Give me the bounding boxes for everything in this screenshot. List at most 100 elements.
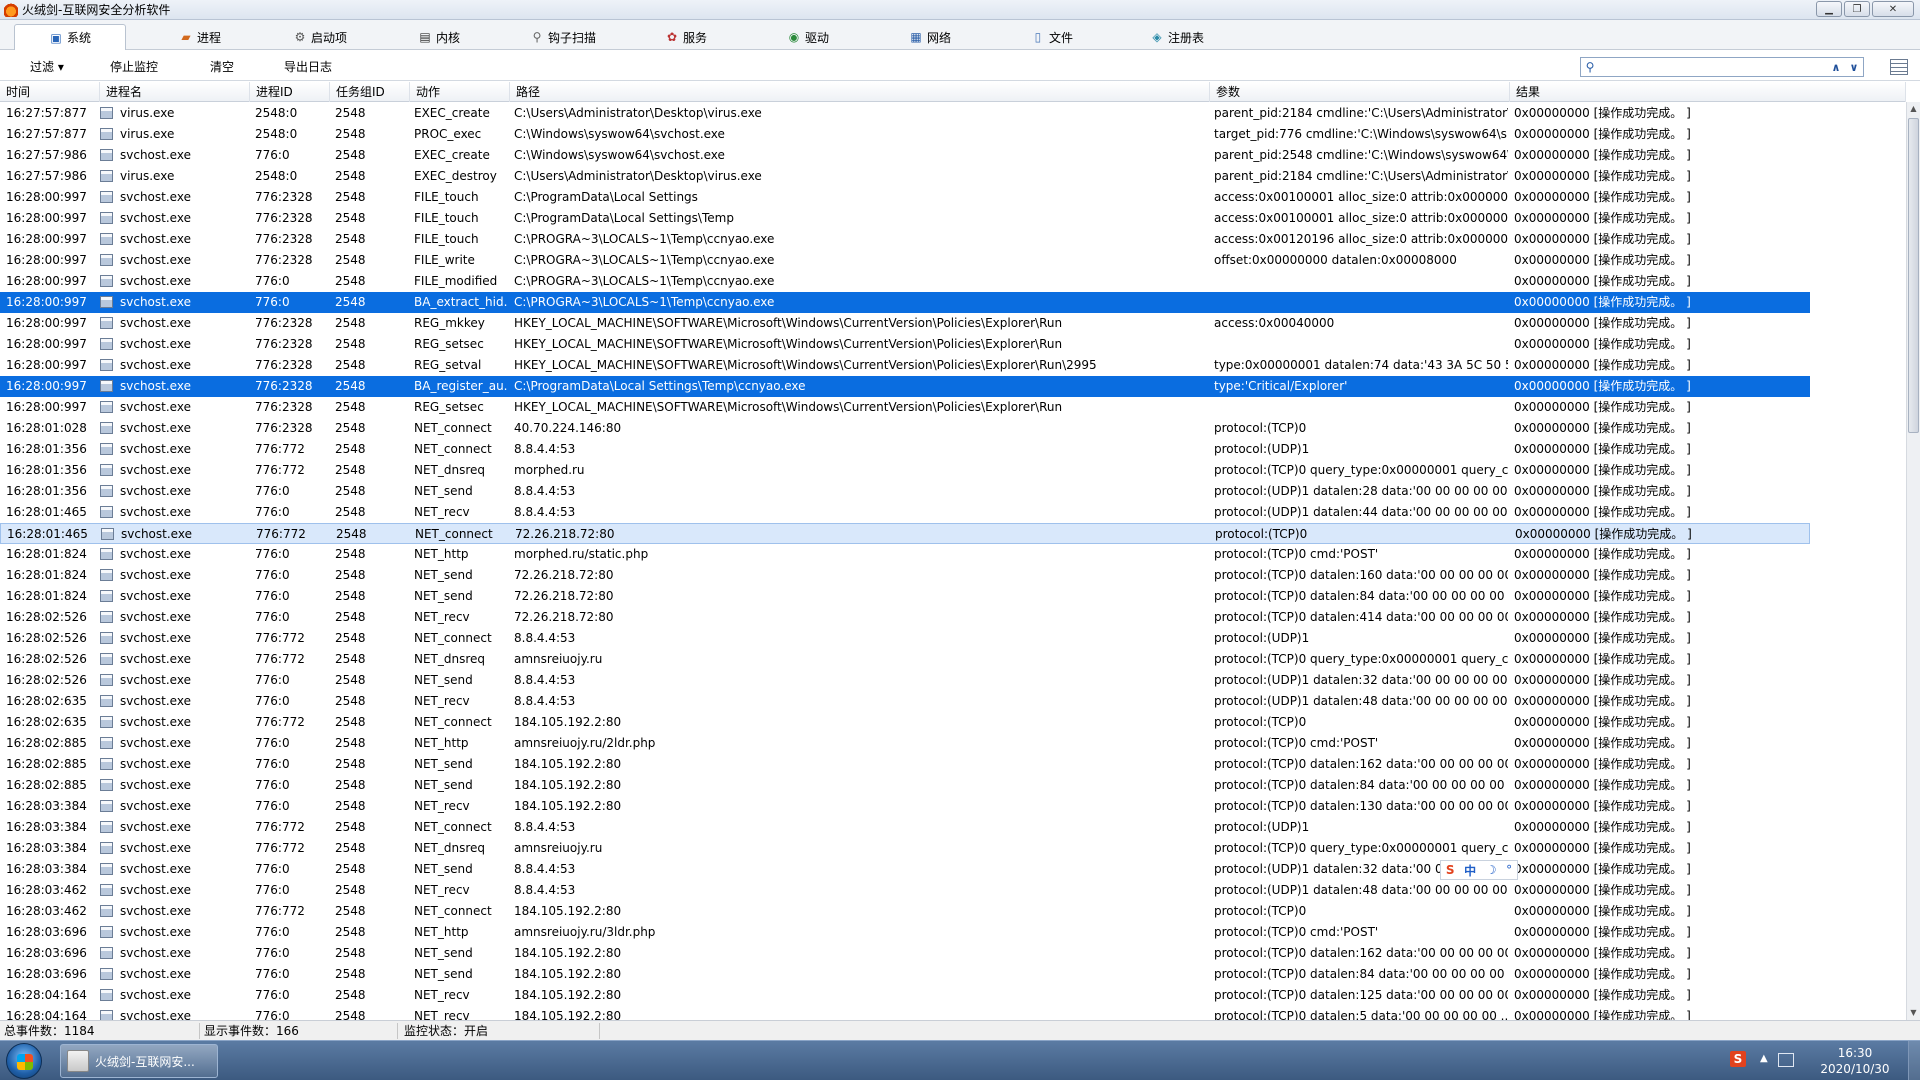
table-row[interactable]: 16:28:01:465 svchost.exe 776:772 2548 NET_co… — [0, 523, 1810, 544]
start-button[interactable] — [6, 1043, 42, 1079]
cell-action: NET_http — [414, 736, 469, 750]
table-row[interactable]: 16:28:02:635 svchost.exe 776:772 2548 NET_co… — [0, 712, 1810, 733]
cell-path: C:\PROGRA~3\LOCALS~1\Temp\ccnyao.exe — [514, 274, 775, 288]
table-row[interactable]: 16:28:00:997 svchost.exe 776:2328 2548 REG_s… — [0, 355, 1810, 376]
tab-startup[interactable]: ⚙ 启动项 — [280, 24, 360, 50]
scroll-thumb[interactable] — [1908, 118, 1919, 433]
table-row[interactable]: 16:28:02:885 svchost.exe 776:0 2548 NET_send… — [0, 754, 1810, 775]
table-row[interactable]: 16:28:01:356 svchost.exe 776:0 2548 NET_send… — [0, 481, 1810, 502]
table-row[interactable]: 16:28:01:356 svchost.exe 776:772 2548 NET_co… — [0, 439, 1810, 460]
table-row[interactable]: 16:28:00:997 svchost.exe 776:2328 2548 REG_s… — [0, 397, 1810, 418]
cell-args: protocol:(TCP)0 datalen:84 data:'00 00 0… — [1214, 778, 1508, 792]
ime-toolbar[interactable]: S 中 ☽ ° — [1440, 860, 1518, 880]
tab-hook-scan[interactable]: ⚲ 钩子扫描 — [518, 24, 608, 50]
scroll-down-icon[interactable]: ▼ — [1907, 1006, 1920, 1020]
cell-time: 16:28:00:997 — [6, 274, 87, 288]
sogou-tray-icon[interactable]: S — [1730, 1051, 1746, 1067]
search-input[interactable] — [1599, 60, 1827, 74]
table-row[interactable]: 16:27:57:986 virus.exe 2548:0 2548 EXEC_dest… — [0, 166, 1810, 187]
table-row[interactable]: 16:28:02:635 svchost.exe 776:0 2548 NET_recv… — [0, 691, 1810, 712]
table-row[interactable]: 16:28:01:465 svchost.exe 776:0 2548 NET_recv… — [0, 502, 1810, 523]
cell-args: protocol:(TCP)0 datalen:84 data:'00 00 0… — [1214, 589, 1508, 603]
tab-driver[interactable]: ◉ 驱动 — [776, 24, 840, 50]
search-next-icon[interactable]: ∨ — [1845, 61, 1863, 74]
table-row[interactable]: 16:28:01:028 svchost.exe 776:2328 2548 NET_c… — [0, 418, 1810, 439]
table-row[interactable]: 16:28:03:384 svchost.exe 776:772 2548 NET_co… — [0, 817, 1810, 838]
table-row[interactable]: 16:28:00:997 svchost.exe 776:2328 2548 FILE_… — [0, 250, 1810, 271]
table-row[interactable]: 16:28:02:526 svchost.exe 776:0 2548 NET_send… — [0, 670, 1810, 691]
table-row[interactable]: 16:28:00:997 svchost.exe 776:2328 2548 FILE_… — [0, 229, 1810, 250]
table-row[interactable]: 16:28:00:997 svchost.exe 776:0 2548 FILE_mod… — [0, 271, 1810, 292]
table-row[interactable]: 16:27:57:877 virus.exe 2548:0 2548 PROC_exec… — [0, 124, 1810, 145]
title-bar: 火绒剑-互联网安全分析软件 ▁ ❐ ✕ — [0, 0, 1920, 20]
table-row[interactable]: 16:28:01:824 svchost.exe 776:0 2548 NET_http… — [0, 544, 1810, 565]
table-row[interactable]: 16:28:03:384 svchost.exe 776:0 2548 NET_send… — [0, 859, 1810, 880]
column-header-path[interactable]: 路径 — [510, 82, 1210, 102]
column-header-pid[interactable]: 进程ID — [250, 82, 330, 102]
process-exe-icon — [100, 275, 113, 287]
tab-registry[interactable]: ◈ 注册表 — [1138, 24, 1216, 50]
table-row[interactable]: 16:28:04:164 svchost.exe 776:0 2548 NET_recv… — [0, 985, 1810, 1006]
cell-time: 16:28:03:696 — [6, 967, 87, 981]
tab-kernel[interactable]: ▤ 内核 — [404, 24, 474, 50]
show-desktop-button[interactable] — [1908, 1041, 1920, 1080]
table-row[interactable]: 16:28:00:997 svchost.exe 776:0 2548 BA_extra… — [0, 292, 1810, 313]
table-row[interactable]: 16:28:01:824 svchost.exe 776:0 2548 NET_send… — [0, 565, 1810, 586]
table-row[interactable]: 16:28:01:356 svchost.exe 776:772 2548 NET_dn… — [0, 460, 1810, 481]
cell-time: 16:28:00:997 — [6, 400, 87, 414]
search-prev-icon[interactable]: ∧ — [1827, 61, 1845, 74]
table-row[interactable]: 16:28:03:462 svchost.exe 776:0 2548 NET_recv… — [0, 880, 1810, 901]
table-row[interactable]: 16:28:00:997 svchost.exe 776:2328 2548 REG_m… — [0, 313, 1810, 334]
table-row[interactable]: 16:28:02:885 svchost.exe 776:0 2548 NET_send… — [0, 775, 1810, 796]
scroll-up-icon[interactable]: ▲ — [1907, 102, 1920, 116]
table-row[interactable]: 16:28:00:997 svchost.exe 776:2328 2548 FILE_… — [0, 187, 1810, 208]
table-row[interactable]: 16:28:03:384 svchost.exe 776:772 2548 NET_dn… — [0, 838, 1810, 859]
stop-monitor-button[interactable]: 停止监控 — [110, 58, 158, 75]
ime-mode-label[interactable]: 中 — [1464, 862, 1476, 879]
minimize-button[interactable]: ▁ — [1816, 1, 1842, 17]
clear-button[interactable]: 清空 — [210, 58, 234, 75]
tab-network[interactable]: ▦ 网络 — [898, 24, 962, 50]
table-row[interactable]: 16:28:02:526 svchost.exe 776:772 2548 NET_dn… — [0, 649, 1810, 670]
vertical-scrollbar[interactable]: ▲ ▼ — [1906, 102, 1920, 1020]
table-row[interactable]: 16:28:01:824 svchost.exe 776:0 2548 NET_send… — [0, 586, 1810, 607]
maximize-button[interactable]: ❐ — [1844, 1, 1870, 17]
column-header-process-name[interactable]: 进程名 — [100, 82, 250, 102]
punctuation-icon[interactable]: ° — [1506, 863, 1512, 877]
export-log-button[interactable]: 导出日志 — [284, 58, 332, 75]
table-row[interactable]: 16:28:02:526 svchost.exe 776:772 2548 NET_co… — [0, 628, 1810, 649]
table-row[interactable]: 16:28:03:696 svchost.exe 776:0 2548 NET_http… — [0, 922, 1810, 943]
table-row[interactable]: 16:27:57:877 virus.exe 2548:0 2548 EXEC_crea… — [0, 103, 1810, 124]
tab-process[interactable]: ▰ 进程 — [160, 24, 240, 50]
taskbar-app-huorong[interactable]: 火绒剑-互联网安... — [60, 1044, 218, 1078]
cell-group-id: 2548 — [335, 904, 366, 918]
cell-args: parent_pid:2184 cmdline:'C:\Users\Admini… — [1214, 106, 1508, 120]
cell-pid: 776:772 — [255, 904, 305, 918]
show-hidden-icons-icon[interactable]: ▲ — [1760, 1053, 1768, 1064]
column-header-args[interactable]: 参数 — [1210, 82, 1510, 102]
tab-service[interactable]: ✿ 服务 — [654, 24, 718, 50]
table-row[interactable]: 16:28:03:384 svchost.exe 776:0 2548 NET_recv… — [0, 796, 1810, 817]
tab-system[interactable]: ▣ 系统 — [14, 24, 126, 50]
column-header-action[interactable]: 动作 — [410, 82, 510, 102]
table-row[interactable]: 16:28:03:696 svchost.exe 776:0 2548 NET_send… — [0, 964, 1810, 985]
tray-clock[interactable]: 16:30 2020/10/30 — [1812, 1045, 1898, 1077]
column-header-time[interactable]: 时间 — [0, 82, 100, 102]
column-settings-icon[interactable] — [1890, 59, 1908, 75]
column-header-result[interactable]: 结果 — [1510, 82, 1906, 102]
table-row[interactable]: 16:27:57:986 svchost.exe 776:0 2548 EXEC_cre… — [0, 145, 1810, 166]
network-tray-icon[interactable] — [1778, 1053, 1794, 1067]
table-row[interactable]: 16:28:03:696 svchost.exe 776:0 2548 NET_send… — [0, 943, 1810, 964]
tab-file[interactable]: ▯ 文件 — [1020, 24, 1084, 50]
table-row[interactable]: 16:28:04:164 svchost.exe 776:0 2548 NET_recv… — [0, 1006, 1810, 1020]
table-row[interactable]: 16:28:02:526 svchost.exe 776:0 2548 NET_recv… — [0, 607, 1810, 628]
close-button[interactable]: ✕ — [1872, 1, 1914, 17]
table-row[interactable]: 16:28:00:997 svchost.exe 776:2328 2548 FILE_… — [0, 208, 1810, 229]
table-row[interactable]: 16:28:03:462 svchost.exe 776:772 2548 NET_co… — [0, 901, 1810, 922]
column-header-group-id[interactable]: 任务组ID — [330, 82, 410, 102]
filter-dropdown[interactable]: 过滤 ▾ — [30, 58, 64, 75]
moon-icon[interactable]: ☽ — [1486, 863, 1497, 877]
table-row[interactable]: 16:28:00:997 svchost.exe 776:2328 2548 BA_re… — [0, 376, 1810, 397]
table-row[interactable]: 16:28:00:997 svchost.exe 776:2328 2548 REG_s… — [0, 334, 1810, 355]
table-row[interactable]: 16:28:02:885 svchost.exe 776:0 2548 NET_http… — [0, 733, 1810, 754]
